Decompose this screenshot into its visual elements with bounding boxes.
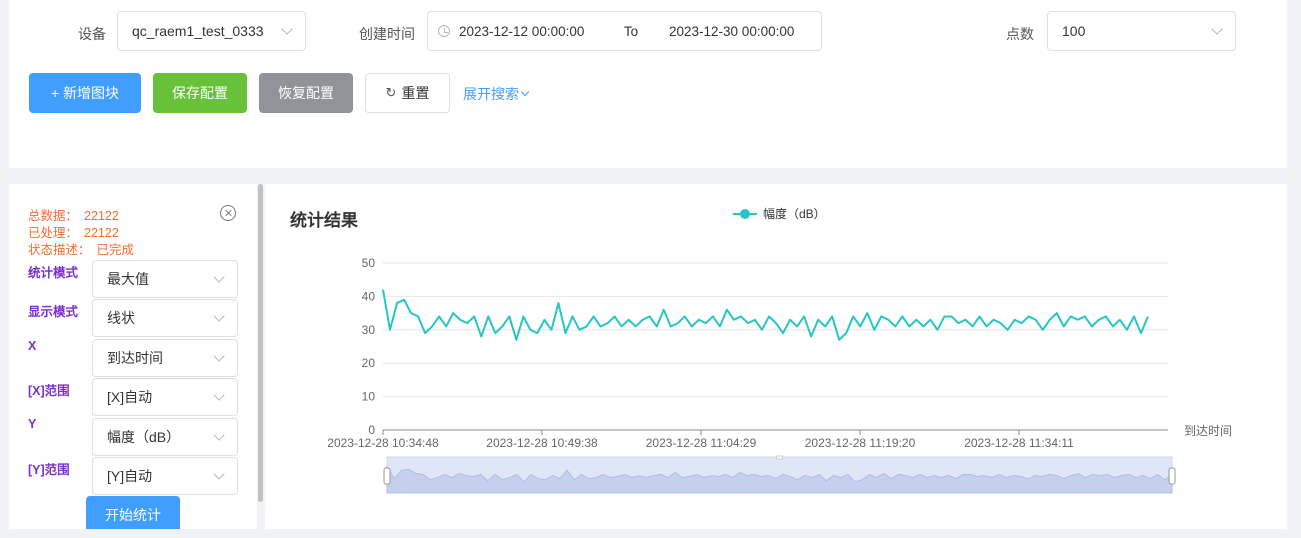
y-axis-value: 幅度（dB） [107,429,181,445]
stat-mode-label: 统计模式 [28,266,79,280]
clock-icon [438,25,450,37]
chevron-down-icon [213,270,225,283]
date-start-input[interactable]: 2023-12-12 00:00:00 [459,24,601,39]
status-row: 状态描述： 已完成 [28,239,134,258]
total-data-label: 总数据： [28,209,79,223]
x-tick-label: 2023-12-28 10:34:48 [327,436,439,450]
display-mode-label: 显示模式 [28,305,79,319]
y-tick-label: 20 [362,356,376,370]
status-value: 已完成 [96,243,135,257]
y-tick-label: 40 [362,289,376,303]
chart-grid [383,262,1168,398]
y-range-select[interactable]: [Y]自动 [92,457,238,495]
y-axis-select[interactable]: 幅度（dB） [92,418,238,456]
date-end-input[interactable]: 2023-12-30 00:00:00 [669,24,794,39]
y-tick-label: 50 [362,256,376,270]
x-axis-title: 到达时间 [1184,424,1232,438]
chevron-down-icon [281,22,293,35]
points-select-value: 100 [1062,23,1086,39]
expand-search-label: 展开搜索 [463,86,519,102]
processed-label: 已处理： [28,226,79,240]
expand-search-link[interactable]: 展开搜索 [463,84,530,104]
x-tick-label: 2023-12-28 11:34:11 [964,436,1074,450]
points-select[interactable]: 100 [1047,11,1236,51]
zoom-move-handle [776,455,783,460]
device-select-value: qc_raem1_test_0333 [132,23,264,39]
y-tick-label: 10 [362,390,376,404]
x-tick-label: 2023-12-28 11:04:29 [646,436,757,450]
close-circle-icon[interactable] [220,205,236,221]
x-range-label: [X]范围 [28,384,70,398]
zoom-handle-right [1168,467,1176,485]
parameter-panel: 总数据： 22122 已处理： 22122 状态描述： 已完成 统计模式 最大值 显示… [9,184,257,529]
chevron-down-icon [213,428,225,441]
zoom-handle-left [383,467,391,485]
chevron-down-icon [213,349,225,362]
y-tick-label: 30 [362,323,376,337]
stat-mode-value: 最大值 [107,271,149,287]
device-select[interactable]: qc_raem1_test_0333 [117,11,306,51]
date-range-picker[interactable]: 2023-12-12 00:00:00 To 2023-12-30 00:00:… [427,11,822,51]
chevron-down-icon [213,309,225,322]
chevron-down-icon [520,87,530,97]
chevron-down-icon [213,467,225,480]
processed-value: 22122 [84,226,119,240]
display-mode-value: 线状 [107,310,135,326]
chart-axes: 0 10 20 30 40 50 2023-12-28 10:34:48 2023-12-28… [327,256,1232,450]
chevron-down-icon [1211,22,1223,35]
x-range-value: [X]自动 [107,389,153,405]
x-axis-value: 到达时间 [107,350,163,366]
y-tick-label: 0 [368,423,375,437]
y-axis-label: Y [28,417,37,431]
stat-mode-select[interactable]: 最大值 [92,260,238,298]
x-tick-label: 2023-12-28 11:19:20 [805,436,916,450]
created-time-label: 创建时间 [359,26,415,42]
y-range-label: [Y]范围 [28,463,70,477]
line-chart: 0 10 20 30 40 50 2023-12-28 10:34:48 2023-12-28… [327,256,1232,494]
chart-panel: 统计结果 幅度（dB） 0 10 20 30 40 50 2023-12-28 10:34:… [265,184,1287,529]
chart-series [382,289,1149,341]
x-axis-select[interactable]: 到达时间 [92,339,238,377]
series-line [382,289,1149,341]
save-config-button[interactable]: 保存配置 [153,73,247,113]
reset-button-label: 重置 [401,85,430,101]
display-mode-select[interactable]: 线状 [92,299,238,337]
device-label: 设备 [78,26,106,42]
reset-button[interactable]: ↻ 重置 [365,73,450,113]
chevron-down-icon [213,388,225,401]
x-axis-label: X [28,339,37,353]
total-data-value: 22122 [84,209,119,223]
restore-config-button[interactable]: 恢复配置 [259,73,353,113]
date-separator: To [623,23,639,39]
start-stats-button[interactable]: 开始统计 [86,496,180,529]
y-range-value: [Y]自动 [107,468,153,484]
x-range-select[interactable]: [X]自动 [92,378,238,416]
refresh-icon: ↻ [385,85,397,100]
points-label: 点数 [1006,26,1034,42]
data-zoom-slider[interactable] [383,455,1176,494]
x-tick-label: 2023-12-28 10:49:38 [486,436,598,450]
panel-scrollbar[interactable] [258,184,263,502]
add-block-button[interactable]: + 新增图块 [29,73,141,113]
status-label: 状态描述： [28,243,91,257]
